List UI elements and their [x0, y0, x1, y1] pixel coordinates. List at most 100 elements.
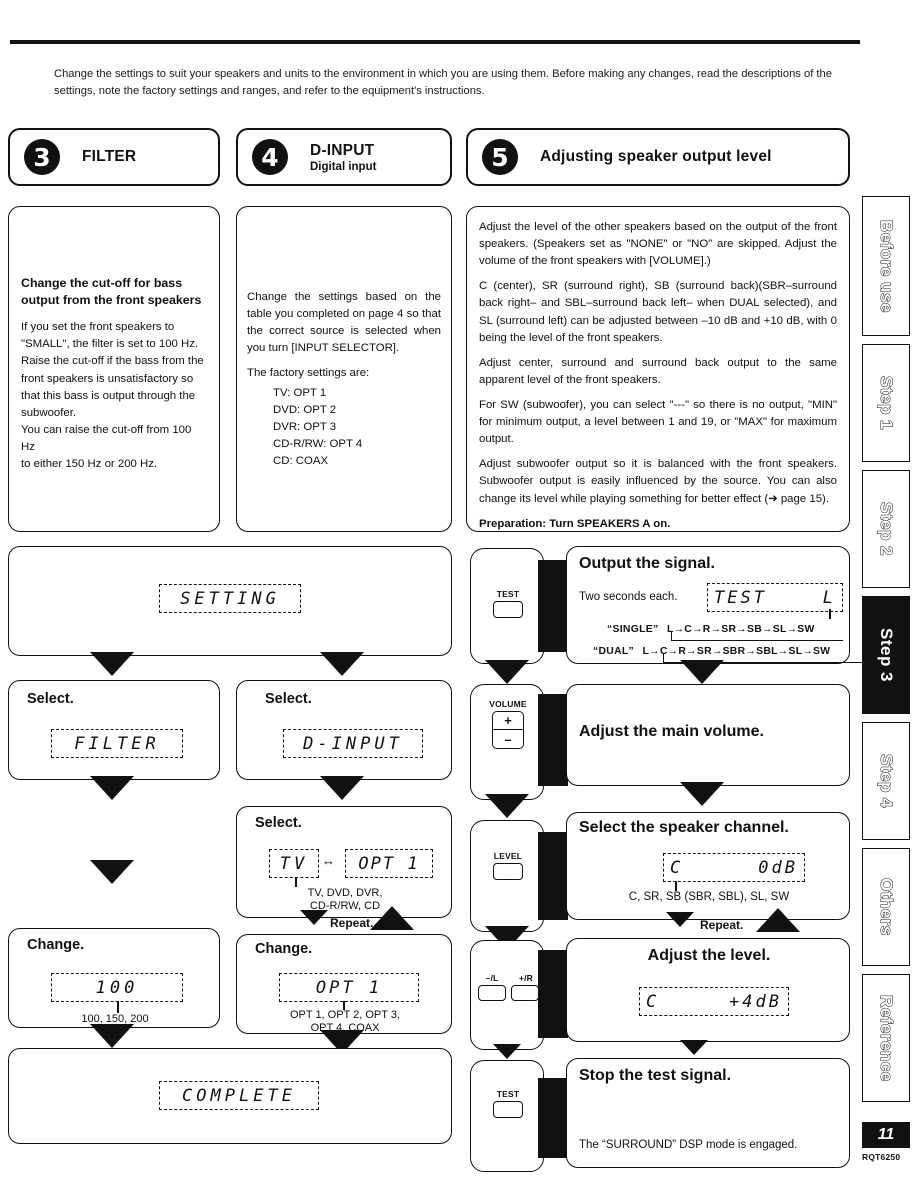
flow-arrow [90, 776, 134, 800]
flow-arrow [320, 776, 364, 800]
lcd-level-value: C +4dB [639, 987, 789, 1016]
level-button[interactable] [493, 863, 523, 880]
step-adjust-volume-card: Adjust the main volume. [566, 684, 850, 786]
key-label-volume: VOLUME [489, 699, 527, 709]
list-item: DVR: OPT 3 [273, 420, 337, 433]
step-title-stop-test: Stop the test signal. [579, 1067, 732, 1084]
dinput-change-label: Change. [255, 941, 313, 957]
complete-banner-card: COMPLETE [8, 1048, 452, 1144]
level-p2: C (center), SR (surround right), SB (sur… [479, 280, 837, 344]
dinput-body-p2: The factory settings are: [247, 367, 370, 380]
section-title-filter: FILTER [82, 148, 137, 165]
flow-arrow [300, 910, 328, 925]
filter-change-label: Change. [27, 937, 85, 953]
key-label-level: LEVEL [493, 851, 523, 861]
flow-arrow [90, 652, 134, 676]
lcd-opt: OPT 1 [345, 849, 433, 878]
dinput-select-source-card: Select. TV ↔ OPT 1 TV, DVD, DVR, CD-R/RW… [236, 806, 452, 918]
connector [538, 560, 568, 652]
sidebar-item-step-1[interactable]: Step 1 [862, 344, 910, 462]
sidebar-item-label: Before use [877, 219, 897, 313]
test-stop-button[interactable] [493, 1101, 523, 1118]
key-label-minus-l: –/L [485, 973, 499, 983]
sidebar-item-label: Step 2 [877, 501, 897, 557]
connector [538, 1078, 568, 1158]
remote-key-volume[interactable]: VOLUME + – [470, 684, 544, 800]
section-number-4: 4 [252, 139, 288, 175]
step-select-channel-card: Select the speaker channel. C 0dB C, SR,… [566, 812, 850, 920]
flow-arrow [680, 1040, 708, 1055]
flow-arrow [90, 1024, 134, 1048]
step-adjust-level-card: Adjust the level. C +4dB [566, 938, 850, 1042]
dinput-body-p1: Change the settings based on the table y… [247, 291, 441, 355]
dinput-factory-list: TV: OPT 1 DVD: OPT 2 DVR: OPT 3 CD-R/RW:… [247, 385, 441, 471]
tick-mark [295, 877, 297, 887]
section-title-dinput: D-INPUT [310, 141, 375, 159]
list-item: CD: COAX [273, 454, 329, 467]
connector [538, 694, 568, 786]
step-title-output-signal: Output the signal. [579, 555, 715, 572]
connector [538, 832, 568, 920]
flow-arrow [680, 660, 724, 684]
volume-up-button[interactable]: + [493, 712, 523, 730]
filter-body: If you set the front speakers to "SMALL"… [21, 321, 204, 471]
key-label-plus-r: +/R [518, 973, 534, 983]
filter-select-label: Select. [27, 691, 74, 707]
sidebar-item-step-4[interactable]: Step 4 [862, 722, 910, 840]
flow-arrow [320, 652, 364, 676]
dinput-description-card: Change the settings based on the table y… [236, 206, 452, 532]
page-number: 11 [862, 1122, 910, 1148]
list-item: DVD: OPT 2 [273, 403, 337, 416]
section-header-level: 5 Adjusting speaker output level [466, 128, 850, 186]
dinput-select-card: Select. D-INPUT [236, 680, 452, 780]
remote-key-test-2[interactable]: TEST [470, 1060, 544, 1172]
remote-key-level-adjust[interactable]: –/L +/R [470, 940, 544, 1050]
lcd-filter-value: 100 [51, 973, 183, 1002]
remote-key-level[interactable]: LEVEL [470, 820, 544, 932]
key-label-test: TEST [496, 589, 520, 599]
flow-arrow [90, 860, 134, 884]
sidebar-item-label: Others [877, 878, 897, 937]
sidebar-item-label: Step 1 [877, 375, 897, 431]
chain-label-dual: “DUAL” [593, 646, 635, 657]
level-description-card: Adjust the level of the other speakers b… [466, 206, 850, 532]
list-item: TV: OPT 1 [273, 386, 327, 399]
lcd-test: TEST L [707, 583, 843, 612]
bidirectional-arrow-icon: ↔ [322, 853, 335, 868]
section-header-filter: 3 FILTER [8, 128, 220, 186]
step-title-adjust-level: Adjust the level. [647, 947, 771, 964]
section-header-dinput: 4 D-INPUT Digital input [236, 128, 452, 186]
sidebar-item-label: Reference [877, 994, 897, 1082]
level-p3: Adjust center, surround and surround bac… [479, 356, 837, 386]
sidebar-item-step-2[interactable]: Step 2 [862, 470, 910, 588]
dinput-change-card: Change. OPT 1 OPT 1, OPT 2, OPT 3, OPT 4… [236, 934, 452, 1034]
volume-rocker[interactable]: + – [492, 711, 524, 749]
section-title-level: Adjusting speaker output level [540, 148, 772, 165]
channel-options: C, SR, SB (SBR, SBL), SL, SW [628, 891, 790, 903]
plus-r-button[interactable] [511, 985, 539, 1001]
level-repeat-label: Repeat. [700, 918, 744, 932]
step-stop-test-card: Stop the test signal. The “SURROUND” DSP… [566, 1058, 850, 1168]
section-number-5: 5 [482, 139, 518, 175]
key-label-test-stop: TEST [496, 1089, 520, 1099]
step-title-select-channel: Select the speaker channel. [579, 819, 789, 836]
manual-page: Change the settings to suit your speaker… [0, 0, 918, 1188]
filter-description-card: Change the cut-off for bass output from … [8, 206, 220, 532]
lcd-filter: FILTER [51, 729, 183, 758]
dinput-source-options-1: TV, DVD, DVR, [307, 887, 383, 899]
sidebar-item-before-use[interactable]: Before use [862, 196, 910, 336]
remote-key-test-1[interactable]: TEST [470, 548, 544, 664]
filter-heading: Change the cut-off for bass output from … [21, 276, 202, 308]
level-p4: For SW (subwoofer), you can select "---"… [479, 398, 837, 446]
connector [538, 950, 568, 1038]
sidebar-item-others[interactable]: Others [862, 848, 910, 966]
test-button[interactable] [493, 601, 523, 618]
filter-change-card: Change. 100 100, 150, 200 [8, 928, 220, 1028]
volume-down-button[interactable]: – [493, 730, 523, 748]
chain-loop-bracket [671, 631, 843, 641]
setting-banner-card: SETTING [8, 546, 452, 656]
lcd-channel: C 0dB [663, 853, 805, 882]
sidebar-item-reference[interactable]: Reference [862, 974, 910, 1102]
sidebar-item-step-3[interactable]: Step 3 [862, 596, 910, 714]
minus-l-button[interactable] [478, 985, 506, 1001]
